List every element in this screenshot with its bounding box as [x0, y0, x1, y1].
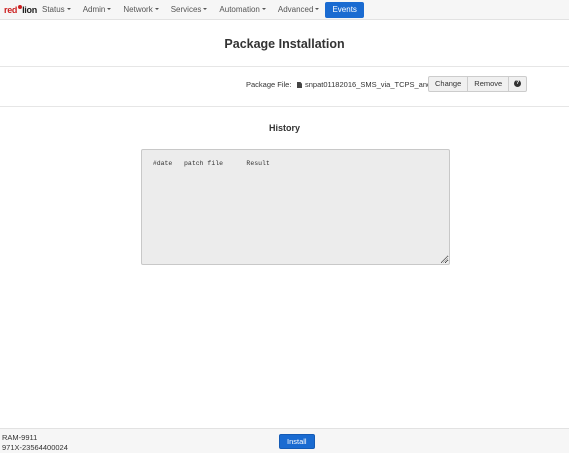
package-file-display: snpat01182016_SMS_via_TCPS_and: [297, 80, 429, 90]
menu-admin-label: Admin: [82, 5, 106, 14]
file-icon: [297, 82, 302, 88]
menu-status-label: Status: [42, 5, 65, 14]
main-menu: Status Admin Network Services Automation…: [36, 0, 364, 20]
caret-down-icon: [203, 7, 208, 10]
menu-network-label: Network: [123, 5, 153, 14]
footer-bar: RAM-9911 971X-23564400024 Install: [0, 428, 569, 453]
package-filename: snpat01182016_SMS_via_TCPS_and: [305, 80, 429, 89]
menu-advanced-label: Advanced: [277, 5, 314, 14]
package-file-label: Package File:: [246, 80, 292, 89]
menu-automation-label: Automation: [219, 5, 260, 14]
divider: [0, 66, 569, 67]
menu-network[interactable]: Network: [117, 0, 164, 20]
caret-down-icon: [154, 7, 159, 10]
change-button[interactable]: Change: [428, 76, 469, 92]
history-heading: History: [268, 123, 300, 133]
menu-status[interactable]: Status: [36, 0, 77, 20]
device-serial: 971X-23564400024: [2, 443, 68, 452]
device-model: RAM-9911: [2, 433, 38, 442]
logo-text-red: red: [4, 5, 18, 15]
question-circle-icon: ?: [514, 79, 522, 87]
menu-events-label: Events: [332, 5, 357, 14]
help-button[interactable]: ?: [509, 76, 528, 92]
page-title: Package Installation: [224, 37, 345, 51]
remove-button[interactable]: Remove: [468, 76, 510, 92]
logo-text-lion: lion: [22, 5, 37, 15]
caret-down-icon: [66, 7, 71, 10]
caret-down-icon: [315, 7, 320, 10]
top-navbar: red lion Status Admin Network Services Au…: [0, 0, 569, 20]
redlion-logo[interactable]: red lion: [4, 3, 37, 17]
menu-automation[interactable]: Automation: [213, 0, 271, 20]
menu-services-label: Services: [170, 5, 202, 14]
menu-admin[interactable]: Admin: [77, 0, 118, 20]
history-content: #date patch file Result: [152, 160, 270, 167]
install-button[interactable]: Install: [279, 434, 315, 449]
package-button-group: Change Remove ?: [428, 76, 528, 92]
caret-down-icon: [261, 7, 266, 10]
history-textarea[interactable]: #date patch file Result: [141, 149, 450, 265]
resize-grip-icon[interactable]: [443, 258, 448, 263]
caret-down-icon: [107, 7, 112, 10]
divider: [0, 106, 569, 107]
menu-events[interactable]: Events: [325, 2, 364, 18]
menu-services[interactable]: Services: [165, 0, 214, 20]
menu-advanced[interactable]: Advanced: [272, 0, 326, 20]
